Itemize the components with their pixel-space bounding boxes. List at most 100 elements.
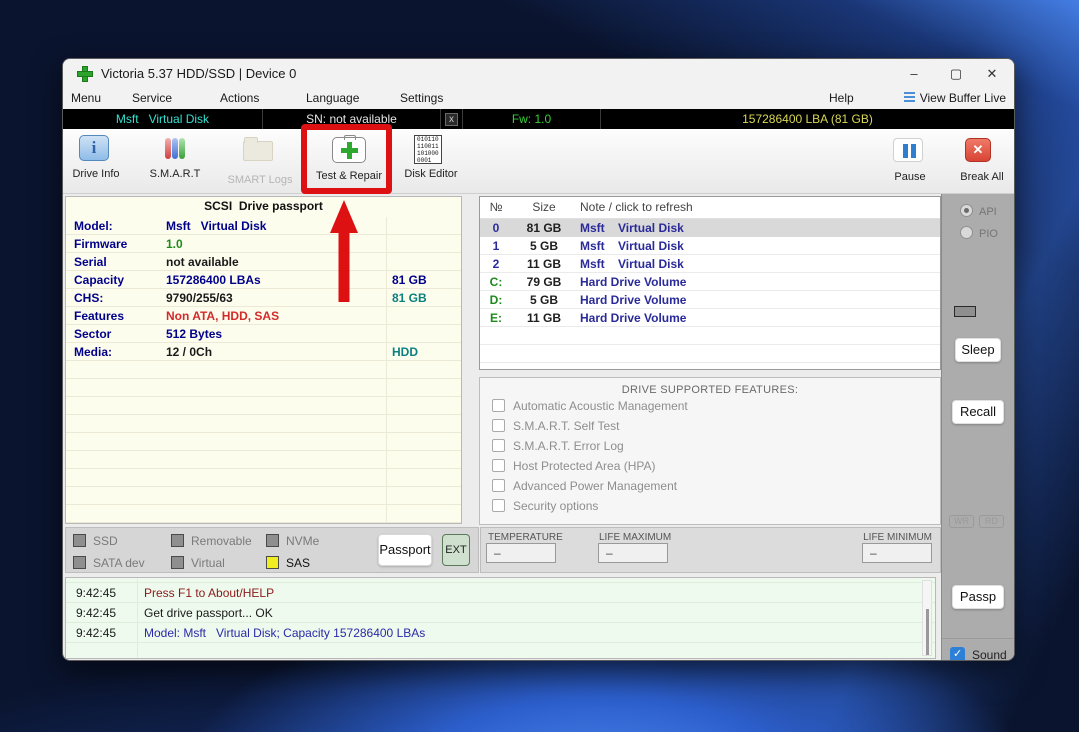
passport-field-label: Firmware [74,235,127,253]
pio-radio[interactable]: PIO [960,226,998,240]
drive-passport-panel: SCSI Drive passport Model:Msft Virtual D… [65,196,462,524]
log-panel: 9:42:45Press F1 to About/HELP9:42:45Get … [65,577,936,659]
legend-item-nvme: NVMe [266,534,319,548]
disk-row-number: E: [480,309,512,327]
disk-editor-button[interactable]: 0101101100111010000001 Disk Editor [399,135,463,180]
disk-row-note: Msft Virtual Disk [580,255,684,273]
sound-label: Sound [972,648,1007,661]
menu-item-view-buffer-live[interactable]: View Buffer Live [904,91,1006,105]
x-icon: x [445,113,458,126]
legend-label: NVMe [286,534,319,548]
disk-row[interactable]: E:11 GBHard Drive Volume [480,309,940,327]
log-time: 9:42:45 [76,603,116,623]
drive-supported-features-panel: DRIVE SUPPORTED FEATURES: Automatic Acou… [479,377,941,525]
drive-info-button[interactable]: i Drive Info [67,135,125,180]
feature-checkbox[interactable]: Advanced Power Management [492,476,940,496]
disk-row-size: 11 GB [512,309,576,327]
passport-field-label: Capacity [74,271,124,289]
api-radio[interactable]: API [960,204,997,218]
drive-status-bar: Msft Virtual Disk SN: not available x Fw… [63,109,1014,129]
disk-row-number: 0 [480,219,512,237]
passport-field-value: 1.0 [166,235,183,253]
ext-button[interactable]: EXT [442,534,470,566]
status-model: Msft Virtual Disk [63,109,263,129]
minimize-button[interactable]: – [898,63,930,85]
smart-button[interactable]: S.M.A.R.T [139,135,211,180]
sleep-button[interactable]: Sleep [955,338,1001,362]
red-arrow-annotation [325,200,363,302]
view-buffer-live-label: View Buffer Live [920,91,1006,105]
feature-checkbox[interactable]: Host Protected Area (HPA) [492,456,940,476]
disk-row[interactable]: 081 GBMsft Virtual Disk [480,219,940,237]
feature-label: Host Protected Area (HPA) [513,459,656,473]
passport-row: CHS:9790/255/6381 GB [66,289,461,307]
menu-item-help[interactable]: Help [829,91,854,105]
disk-row[interactable]: D:5 GBHard Drive Volume [480,291,940,309]
rd-button: RD [979,515,1004,528]
menu-item-actions[interactable]: Actions [220,91,259,105]
legend-square-icon [266,534,279,547]
disk-row[interactable]: C:79 GBHard Drive Volume [480,273,940,291]
toolbar: i Drive Info S.M.A.R.T SMART Logs Test &… [63,129,1014,194]
menu-item-service[interactable]: Service [132,91,172,105]
life-maximum-value: – [598,543,668,563]
scrollbar-thumb[interactable] [926,609,929,655]
passp-button[interactable]: Passp [952,585,1004,609]
radio-icon [960,204,973,217]
features-items: Automatic Acoustic Management S.M.A.R.T. … [480,396,940,516]
pause-button[interactable]: Pause [884,135,936,183]
disk-table-header: № Size Note / click to refresh [480,197,940,219]
pause-icon [893,138,923,162]
legend-square-icon [73,534,86,547]
legend-square-icon [266,556,279,569]
disk-table-rows: 081 GBMsft Virtual Disk15 GBMsft Virtual… [480,219,940,369]
pio-label: PIO [979,228,998,240]
passport-row: Firmware 1.0 [66,235,461,253]
passport-row: Media:12 / 0ChHDD [66,343,461,361]
log-scrollbar[interactable] [922,580,932,656]
disk-row-note: Msft Virtual Disk [580,219,684,237]
feature-checkbox[interactable]: Automatic Acoustic Management [492,396,940,416]
sidebar-bottom-section: Sound Hints [942,638,1015,661]
legend-square-icon [171,556,184,569]
feature-checkbox[interactable]: Security options [492,496,940,516]
menu-item-settings[interactable]: Settings [400,91,443,105]
window-title: Victoria 5.37 HDD/SSD | Device 0 [101,66,296,81]
radio-icon [960,226,973,239]
log-message: Model: Msft Virtual Disk; Capacity 15728… [144,623,425,643]
passport-button[interactable]: Passport [378,534,432,566]
disk-row-number: 1 [480,237,512,255]
feature-checkbox[interactable]: S.M.A.R.T. Self Test [492,416,940,436]
passport-field-extra: 81 GB [392,289,427,307]
status-close-button[interactable]: x [441,109,463,129]
checkbox-unchecked-icon [492,399,505,412]
disk-row-note: Hard Drive Volume [580,291,686,309]
legend-square-icon [171,534,184,547]
life-minimum-label: LIFE MINIMUM [863,532,932,543]
disk-row[interactable]: 15 GBMsft Virtual Disk [480,237,940,255]
legend-label: SAS [286,556,310,570]
pause-label: Pause [884,171,936,183]
legend-label: SSD [93,534,118,548]
checkbox-unchecked-icon [492,499,505,512]
disk-row[interactable]: 211 GBMsft Virtual Disk [480,255,940,273]
col-number: № [480,197,512,218]
menu-item-language[interactable]: Language [306,91,359,105]
passport-field-label: Model: [74,217,113,235]
break-all-button[interactable]: ✕ Break All [951,135,1013,183]
passport-field-label: CHS: [74,289,103,307]
passport-title: SCSI Drive passport [66,197,461,217]
maximize-button[interactable]: ▢ [940,63,972,85]
life-maximum-label: LIFE MAXIMUM [599,532,671,543]
sound-checkbox[interactable]: Sound [950,647,1007,661]
close-button[interactable]: ✕ [976,63,1008,85]
feature-label: S.M.A.R.T. Self Test [513,419,619,433]
feature-checkbox[interactable]: S.M.A.R.T. Error Log [492,436,940,456]
menu-item-menu[interactable]: Menu [71,91,101,105]
recall-button[interactable]: Recall [952,400,1004,424]
col-note[interactable]: Note / click to refresh [580,197,693,218]
folder-icon [243,141,273,161]
col-size: Size [512,197,576,218]
temperature-value: – [486,543,556,563]
disk-row-note: Msft Virtual Disk [580,237,684,255]
